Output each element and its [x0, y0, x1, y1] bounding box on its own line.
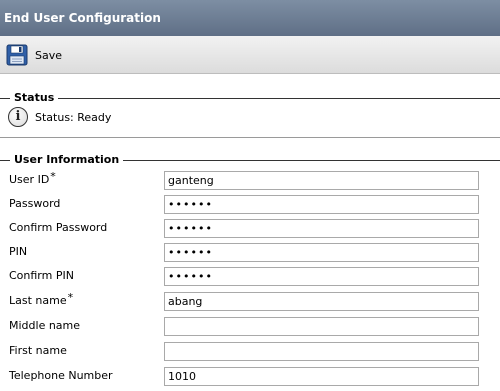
password-field[interactable] [164, 195, 479, 214]
status-section-header: Status [0, 91, 500, 105]
toolbar: Save [0, 36, 500, 74]
status-row: i Status: Ready [8, 106, 111, 128]
first-name-label: First name [9, 344, 67, 357]
confirm-pin-row: Confirm PIN [0, 267, 500, 287]
save-button[interactable]: Save [6, 44, 62, 66]
user-id-row: User ID* [0, 170, 500, 191]
page-title: End User Configuration [0, 0, 500, 36]
middle-name-label: Middle name [9, 319, 81, 332]
first-name-field[interactable] [164, 342, 479, 361]
status-section-title: Status [10, 91, 59, 105]
confirm-password-label: Confirm Password [9, 221, 108, 234]
pin-label: PIN [9, 245, 28, 258]
telephone-number-field[interactable] [164, 367, 479, 386]
middle-name-field[interactable] [164, 317, 479, 336]
section-divider [0, 137, 500, 138]
save-button-label: Save [35, 48, 63, 62]
telephone-number-row: Telephone Number [0, 367, 500, 387]
info-icon: i [8, 107, 28, 127]
pin-field[interactable] [164, 243, 479, 262]
user-id-field[interactable] [164, 171, 479, 190]
password-row: Password [0, 195, 500, 215]
user-information-section-header: User Information [0, 153, 500, 167]
status-text: Status: Ready [35, 110, 112, 124]
required-marker: * [50, 170, 56, 183]
required-marker: * [67, 291, 74, 304]
floppy-disk-icon [6, 44, 28, 66]
middle-name-row: Middle name [0, 317, 500, 337]
confirm-password-field[interactable] [164, 219, 479, 238]
telephone-number-label: Telephone Number [9, 369, 113, 382]
confirm-pin-label: Confirm PIN [9, 269, 74, 282]
pin-row: PIN [0, 243, 500, 263]
last-name-row: Last name* [0, 291, 500, 312]
password-label: Password [9, 197, 61, 210]
user-id-label: User ID* [9, 170, 56, 186]
confirm-pin-field[interactable] [164, 267, 479, 286]
confirm-password-row: Confirm Password [0, 219, 500, 239]
first-name-row: First name [0, 342, 500, 362]
user-information-section-title: User Information [10, 153, 124, 167]
last-name-field[interactable] [164, 292, 479, 311]
last-name-label: Last name* [9, 291, 74, 307]
